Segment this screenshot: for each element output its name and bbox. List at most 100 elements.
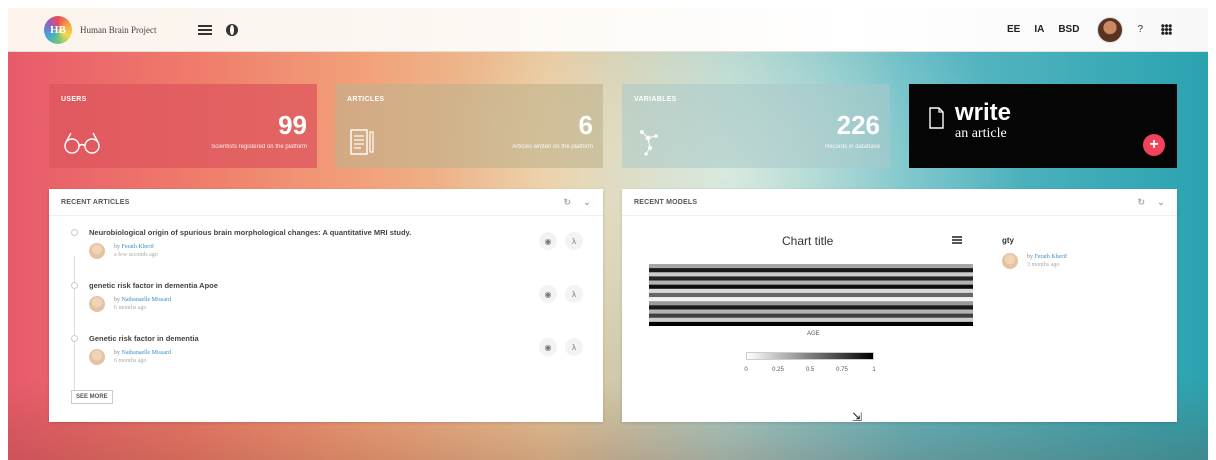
color-scale-tick: 0.5 bbox=[805, 367, 815, 373]
heatmap-cell bbox=[649, 264, 973, 269]
heatmap-cell bbox=[649, 297, 973, 302]
by-label: by bbox=[114, 350, 120, 356]
logo[interactable]: HB bbox=[44, 15, 72, 44]
heatmap-cell bbox=[649, 268, 973, 273]
timestamp: a few seconds ago bbox=[114, 252, 158, 258]
recent-articles-panel: RECENT ARTICLES ↻ ⌄ Neurobiological orig… bbox=[49, 189, 603, 422]
glasses-icon bbox=[64, 132, 100, 154]
timeline-dot bbox=[71, 229, 78, 236]
brand-name[interactable]: Human Brain Project bbox=[80, 25, 156, 35]
by-label: by bbox=[1027, 254, 1033, 260]
timeline-dot bbox=[71, 335, 78, 342]
color-scale-tick: 1 bbox=[872, 367, 876, 373]
view-eye-icon[interactable]: ◉ bbox=[539, 232, 557, 250]
heatmap-cell bbox=[649, 272, 973, 277]
articles-list: Neurobiological origin of spurious brain… bbox=[49, 216, 603, 398]
author-link[interactable]: Nathanaelle Missard bbox=[122, 350, 171, 356]
articles-desc: Articles written on the platform bbox=[512, 144, 593, 150]
nav-link-ee[interactable]: EE bbox=[1007, 24, 1020, 35]
nav-link-bsd[interactable]: BSD bbox=[1058, 24, 1079, 35]
heatmap-cell bbox=[649, 301, 973, 306]
articles-card[interactable]: ARTICLES 6 Articles written on the platf… bbox=[335, 84, 603, 168]
avatar bbox=[89, 296, 105, 312]
recent-models-panel: RECENT MODELS ↻ ⌄ Chart title AGE 0 0.25 0… bbox=[622, 189, 1177, 422]
fork-icon[interactable]: λ bbox=[565, 285, 583, 303]
color-scale-tick: 0.25 bbox=[772, 367, 784, 373]
avatar bbox=[89, 349, 105, 365]
add-article-button[interactable]: + bbox=[1143, 134, 1165, 156]
view-eye-icon[interactable]: ◉ bbox=[539, 338, 557, 356]
timeline-dot bbox=[71, 282, 78, 289]
heatmap-cell bbox=[649, 288, 973, 294]
x-axis-label: AGE bbox=[807, 331, 820, 337]
variables-desc: Records in database bbox=[824, 144, 880, 150]
users-label: USERS bbox=[61, 96, 87, 103]
view-eye-icon[interactable]: ◉ bbox=[539, 285, 557, 303]
author-link[interactable]: Ferath Kherif bbox=[1035, 254, 1068, 260]
write-subtitle: an article bbox=[955, 126, 1007, 141]
timestamp: 3 months ago bbox=[1027, 262, 1060, 268]
color-scale-tick: 0.75 bbox=[836, 367, 848, 373]
color-scale-bar bbox=[746, 352, 874, 360]
article-title[interactable]: genetic risk factor in dementia Apoe bbox=[89, 277, 603, 290]
heatmap-cell bbox=[649, 305, 973, 310]
heatmap-cell bbox=[649, 276, 973, 281]
avatar bbox=[89, 243, 105, 259]
model-name[interactable]: gty bbox=[1002, 236, 1162, 245]
nav-link-ia[interactable]: IA bbox=[1034, 24, 1044, 35]
author-link[interactable]: Nathanaelle Missard bbox=[122, 297, 171, 303]
write-title: write bbox=[955, 99, 1012, 126]
refresh-icon[interactable]: ↻ bbox=[564, 197, 572, 208]
write-article-card[interactable]: write an article + bbox=[909, 84, 1177, 168]
fork-icon[interactable]: λ bbox=[565, 232, 583, 250]
document-icon bbox=[929, 107, 944, 129]
user-avatar[interactable] bbox=[1097, 16, 1124, 43]
heatmap-cell bbox=[649, 292, 973, 298]
header-right: EE IA BSD ? bbox=[993, 16, 1172, 43]
heatmap bbox=[649, 264, 973, 326]
heatmap-cell bbox=[649, 309, 973, 314]
chevron-down-icon[interactable]: ⌄ bbox=[583, 197, 591, 208]
mouse-cursor-icon: ⇲ bbox=[852, 410, 863, 424]
see-more-button[interactable]: SEE MORE bbox=[71, 390, 113, 404]
model-info: gty by Ferath Kherif 3 months ago bbox=[1002, 236, 1162, 269]
list-item[interactable]: Genetic risk factor in dementia by Natha… bbox=[71, 330, 603, 383]
users-count: 99 bbox=[278, 110, 307, 140]
article-title[interactable]: Genetic risk factor in dementia bbox=[89, 330, 603, 343]
document-pen-icon bbox=[350, 129, 374, 155]
variables-card[interactable]: VARIABLES 226 Records in database bbox=[622, 84, 890, 168]
heatmap-cell bbox=[649, 313, 973, 319]
by-label: by bbox=[114, 297, 120, 303]
timestamp: 6 months ago bbox=[114, 305, 147, 311]
timestamp: 6 months ago bbox=[114, 358, 147, 364]
recent-articles-title: RECENT ARTICLES bbox=[61, 198, 130, 206]
heatmap-cell bbox=[649, 280, 973, 285]
fork-icon[interactable]: λ bbox=[565, 338, 583, 356]
model-chart[interactable]: Chart title AGE 0 0.25 0.5 0.75 1 bbox=[622, 216, 982, 422]
article-title[interactable]: Neurobiological origin of spurious brain… bbox=[89, 224, 603, 237]
list-item[interactable]: Neurobiological origin of spurious brain… bbox=[71, 224, 603, 277]
heatmap-cell bbox=[649, 284, 973, 290]
variables-label: VARIABLES bbox=[634, 96, 677, 103]
users-card[interactable]: USERS 99 Scientists registered on the pl… bbox=[49, 84, 317, 168]
recent-articles-header: RECENT ARTICLES ↻ ⌄ bbox=[49, 189, 603, 216]
help-icon[interactable]: ? bbox=[1137, 24, 1143, 35]
articles-label: ARTICLES bbox=[347, 96, 385, 103]
variables-count: 226 bbox=[836, 110, 880, 140]
top-bar: HB Human Brain Project EE IA BSD ? bbox=[8, 8, 1208, 52]
refresh-icon[interactable]: ↻ bbox=[1138, 197, 1146, 208]
recent-models-header: RECENT MODELS ↻ ⌄ bbox=[622, 189, 1177, 216]
color-scale-tick: 0 bbox=[744, 367, 748, 373]
globe-icon[interactable] bbox=[226, 23, 239, 36]
chart-title: Chart title bbox=[782, 234, 834, 248]
author-link[interactable]: Ferath Kherif bbox=[122, 244, 155, 250]
menu-icon[interactable] bbox=[198, 24, 213, 35]
articles-count: 6 bbox=[578, 110, 593, 140]
heatmap-cell bbox=[649, 321, 973, 326]
apps-grid-icon[interactable] bbox=[1161, 24, 1172, 35]
chart-menu-icon[interactable] bbox=[952, 236, 962, 244]
recent-models-title: RECENT MODELS bbox=[634, 198, 698, 206]
heatmap-cell bbox=[649, 317, 973, 323]
list-item[interactable]: genetic risk factor in dementia Apoe by … bbox=[71, 277, 603, 330]
chevron-down-icon[interactable]: ⌄ bbox=[1157, 197, 1165, 208]
